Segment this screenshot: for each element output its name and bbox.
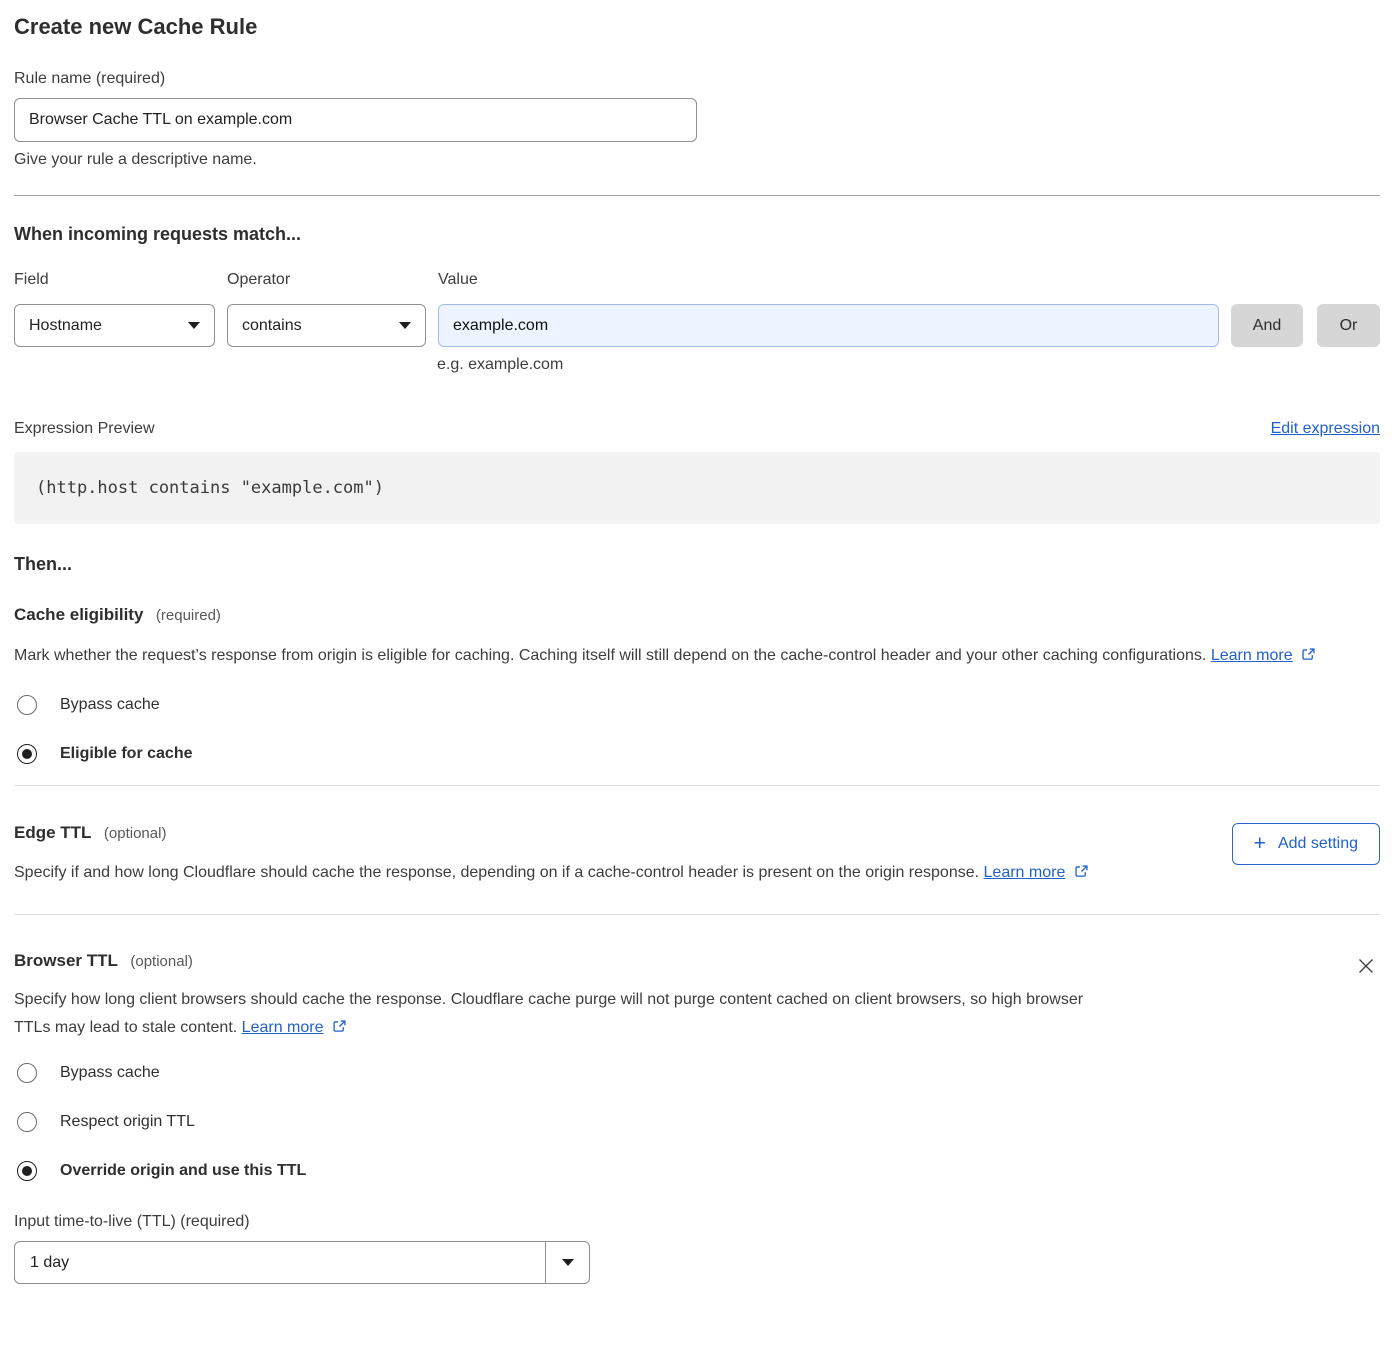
ttl-select[interactable]: 1 day xyxy=(14,1241,590,1284)
cache-eligibility-heading: Cache eligibility (required) xyxy=(14,604,1380,626)
cache-eligibility-options: Bypass cache Eligible for cache xyxy=(14,695,1380,764)
value-input[interactable] xyxy=(438,304,1219,347)
and-button[interactable]: And xyxy=(1231,304,1303,347)
field-select[interactable]: Hostname xyxy=(14,304,215,347)
radio-override-origin-ttl[interactable]: Override origin and use this TTL xyxy=(14,1161,1380,1181)
optional-badge: (optional) xyxy=(104,825,167,842)
or-button[interactable]: Or xyxy=(1317,304,1380,347)
close-icon xyxy=(1356,956,1376,976)
browser-ttl-options: Bypass cache Respect origin TTL Override… xyxy=(14,1063,1380,1181)
radio-label: Respect origin TTL xyxy=(60,1113,195,1131)
edge-ttl-title: Edge TTL xyxy=(14,823,91,842)
radio-button[interactable] xyxy=(17,1063,37,1083)
create-cache-rule-form: Create new Cache Rule Rule name (require… xyxy=(0,0,1400,1284)
optional-badge: (optional) xyxy=(130,953,193,970)
add-setting-button[interactable]: + Add setting xyxy=(1232,823,1380,865)
then-heading: Then... xyxy=(14,553,1380,575)
radio-button[interactable] xyxy=(17,1112,37,1132)
divider xyxy=(14,914,1380,915)
radio-label: Bypass cache xyxy=(60,696,160,714)
browser-ttl-title: Browser TTL xyxy=(14,951,118,970)
page-title: Create new Cache Rule xyxy=(14,14,1380,40)
radio-label: Override origin and use this TTL xyxy=(60,1162,306,1180)
field-select-value: Hostname xyxy=(29,317,102,335)
ttl-select-value: 1 day xyxy=(15,1242,545,1283)
learn-more-link[interactable]: Learn more xyxy=(1211,647,1293,664)
chevron-down-icon xyxy=(562,1259,574,1266)
value-help: e.g. example.com xyxy=(437,355,1380,374)
edge-ttl-section: Edge TTL (optional) Specify if and how l… xyxy=(14,822,1380,887)
divider xyxy=(14,195,1380,196)
cache-eligibility-title: Cache eligibility xyxy=(14,605,143,624)
external-link-icon xyxy=(1301,647,1316,662)
rule-name-help: Give your rule a descriptive name. xyxy=(14,150,1380,169)
expression-preview-row: Expression Preview Edit expression xyxy=(14,420,1380,438)
radio-button[interactable] xyxy=(17,1161,37,1181)
chevron-down-icon xyxy=(399,322,411,329)
operator-select[interactable]: contains xyxy=(227,304,426,347)
learn-more-link[interactable]: Learn more xyxy=(242,1019,324,1036)
value-label: Value xyxy=(438,270,478,289)
browser-ttl-section: Browser TTL (optional) Specify how long … xyxy=(14,950,1380,1042)
radio-eligible-for-cache[interactable]: Eligible for cache xyxy=(14,744,1380,764)
browser-ttl-heading: Browser TTL (optional) xyxy=(14,950,1352,972)
rule-name-label: Rule name (required) xyxy=(14,69,1380,88)
operator-select-value: contains xyxy=(242,317,302,335)
browser-ttl-description: Specify how long client browsers should … xyxy=(14,986,1094,1042)
divider xyxy=(14,785,1380,786)
chevron-down-icon xyxy=(188,322,200,329)
radio-bypass-cache[interactable]: Bypass cache xyxy=(14,695,1380,715)
ttl-select-arrow-button[interactable] xyxy=(545,1242,589,1283)
field-label: Field xyxy=(14,270,227,289)
cache-eligibility-description: Mark whether the request’s response from… xyxy=(14,642,1349,670)
ttl-input-label: Input time-to-live (TTL) (required) xyxy=(14,1212,1380,1231)
radio-label: Bypass cache xyxy=(60,1064,160,1082)
expression-preview-label: Expression Preview xyxy=(14,420,155,438)
radio-label: Eligible for cache xyxy=(60,745,192,763)
edge-ttl-description: Specify if and how long Cloudflare shoul… xyxy=(14,859,1104,887)
external-link-icon xyxy=(1074,864,1089,879)
learn-more-link[interactable]: Learn more xyxy=(984,864,1066,881)
rule-name-input[interactable] xyxy=(14,98,697,142)
matcher-column-labels: Field Operator Value xyxy=(14,270,1380,289)
remove-browser-ttl-button[interactable] xyxy=(1352,952,1380,983)
radio-respect-origin-ttl[interactable]: Respect origin TTL xyxy=(14,1112,1380,1132)
plus-icon: + xyxy=(1254,833,1266,856)
expression-code: (http.host contains "example.com") xyxy=(14,452,1380,524)
edge-ttl-heading: Edge TTL (optional) xyxy=(14,822,1232,844)
required-badge: (required) xyxy=(156,607,221,624)
radio-bypass-cache[interactable]: Bypass cache xyxy=(14,1063,1380,1083)
edit-expression-link[interactable]: Edit expression xyxy=(1271,420,1380,438)
match-section-heading: When incoming requests match... xyxy=(14,223,1380,245)
radio-button[interactable] xyxy=(17,744,37,764)
radio-button[interactable] xyxy=(17,695,37,715)
matcher-row: Hostname contains And Or xyxy=(14,304,1380,347)
external-link-icon xyxy=(332,1019,347,1034)
operator-label: Operator xyxy=(227,270,438,289)
